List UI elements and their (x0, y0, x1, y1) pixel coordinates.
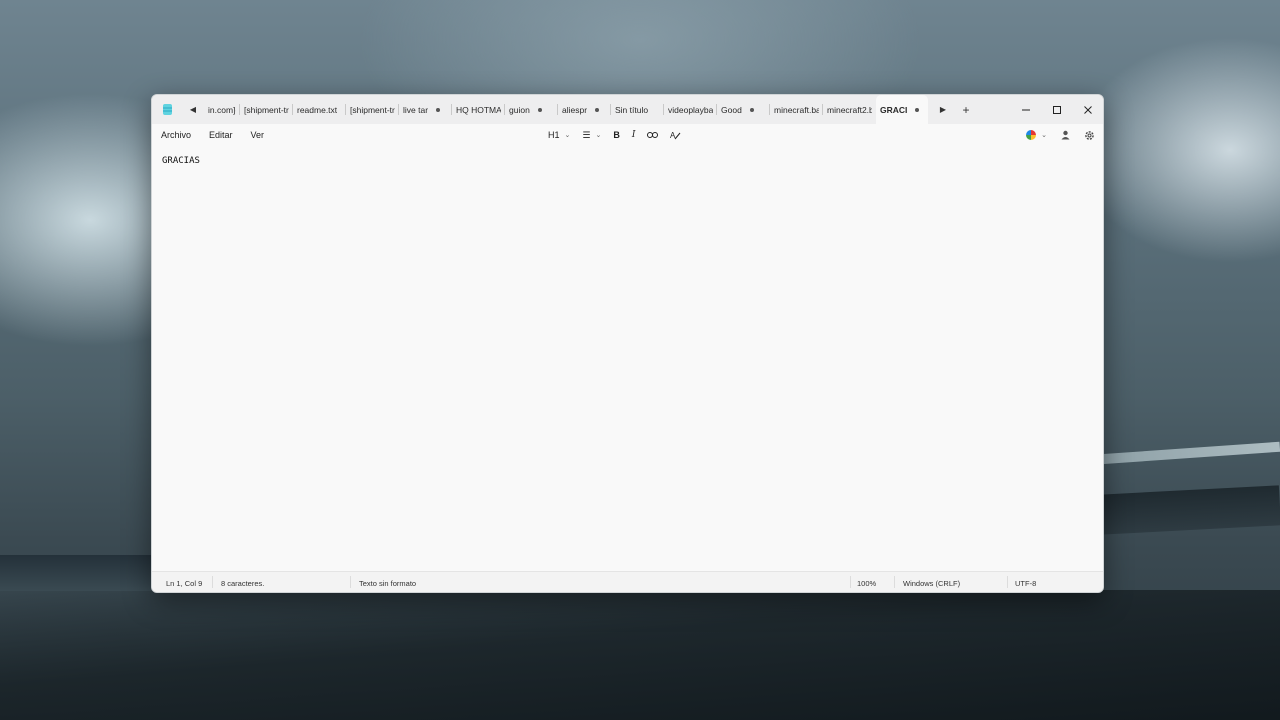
tab-label: videoplayba (668, 104, 713, 115)
clear-formatting-button[interactable]: A (670, 130, 681, 140)
tab-label: [shipment-tr (350, 104, 395, 115)
new-tab-button[interactable]: + (954, 103, 978, 117)
tab-label: GRACI (880, 104, 908, 115)
background-scenery (0, 590, 1280, 720)
right-toolbar: ⌄ (1012, 124, 1095, 146)
line-endings[interactable]: Windows (CRLF) (903, 579, 960, 588)
text-format: Texto sin formato (359, 579, 417, 588)
menu-view[interactable]: Ver (242, 130, 274, 140)
close-button[interactable] (1072, 95, 1103, 124)
bold-button[interactable]: B (613, 130, 620, 140)
tab-label: readme.txt (297, 104, 338, 115)
menu-file[interactable]: Archivo (152, 130, 200, 140)
unsaved-dot-icon (595, 107, 600, 112)
notepad-app-icon (152, 95, 182, 124)
background-rail (1099, 441, 1280, 465)
link-icon (647, 132, 659, 138)
tab-item[interactable]: aliespr (558, 95, 611, 124)
notepad-window: ◀ in.com]( [shipment-tr readme.txt [shipmen… (151, 94, 1104, 593)
background-hull (1099, 485, 1280, 535)
tab-item[interactable]: videoplayba (664, 95, 717, 124)
tab-item[interactable]: guion (505, 95, 558, 124)
maximize-icon (1052, 105, 1061, 114)
text-editor-area[interactable]: GRACIAS (152, 146, 1103, 570)
tab-item[interactable]: Sin título (611, 95, 664, 124)
chevron-down-icon: ⌄ (564, 132, 571, 139)
tab-item[interactable]: GRACI (876, 95, 928, 124)
tab-label: guion (509, 104, 530, 115)
unsaved-dot-icon (749, 107, 754, 112)
encoding[interactable]: UTF-8 (1015, 579, 1036, 588)
account-icon (1061, 130, 1070, 140)
chevron-down-icon: ⌄ (595, 132, 602, 139)
heading-label: H1 (548, 130, 560, 140)
tab-item[interactable]: minecraft2.b (823, 95, 876, 124)
status-bar: Ln 1, Col 9 8 caracteres. Texto sin form… (152, 571, 1103, 592)
tab-label: Good (721, 104, 742, 115)
tab-item[interactable]: live tar (399, 95, 452, 124)
tab-label: in.com]( (208, 104, 236, 115)
scroll-tabs-left-icon[interactable]: ◀ (182, 95, 204, 124)
chevron-down-icon: ⌄ (1041, 132, 1047, 139)
cursor-position: Ln 1, Col 9 (166, 579, 203, 588)
unsaved-dot-icon (915, 107, 920, 112)
tab-item[interactable]: [shipment-tr (346, 95, 399, 124)
unsaved-dot-icon (436, 107, 441, 112)
tab-item[interactable]: minecraft.ba (770, 95, 823, 124)
tab-item[interactable]: in.com]( (204, 95, 240, 124)
heading-dropdown[interactable]: H1 ⌄ (548, 130, 570, 140)
copilot-button[interactable]: ⌄ (1026, 130, 1047, 140)
tab-item[interactable]: HQ HOTMAI (452, 95, 505, 124)
menu-edit[interactable]: Editar (200, 130, 242, 140)
tab-item[interactable]: readme.txt (293, 95, 346, 124)
tab-strip: in.com]( [shipment-tr readme.txt [shipment-… (204, 95, 928, 124)
formatting-toolbar: H1 ⌄ ☰ ⌄ B I A (548, 124, 693, 146)
tab-label: minecraft.ba (774, 104, 819, 115)
maximize-button[interactable] (1041, 95, 1072, 124)
char-count: 8 caracteres. (221, 579, 265, 588)
italic-button[interactable]: I (632, 130, 636, 140)
minimize-button[interactable] (1010, 95, 1041, 124)
tab-label: Sin título (615, 104, 649, 115)
tab-label: live tar (403, 104, 429, 115)
unsaved-dot-icon (537, 107, 542, 112)
settings-button[interactable] (1084, 130, 1095, 141)
editor-content[interactable]: GRACIAS (162, 156, 200, 166)
list-dropdown[interactable]: ☰ ⌄ (582, 130, 601, 141)
account-button[interactable] (1061, 130, 1070, 140)
minimize-icon (1021, 109, 1030, 110)
tab-item[interactable]: [shipment-tr (240, 95, 293, 124)
tab-label: [shipment-tr (244, 104, 289, 115)
scroll-tabs-right-icon[interactable]: ▶ (932, 95, 954, 124)
link-button[interactable] (647, 131, 659, 139)
background-hull-left (0, 555, 152, 591)
tab-label: minecraft2.b (827, 104, 872, 115)
title-bar: ◀ in.com]( [shipment-tr readme.txt [shipmen… (152, 95, 1103, 124)
gear-icon (1085, 130, 1094, 140)
tab-item[interactable]: Good (717, 95, 770, 124)
close-icon (1083, 105, 1092, 114)
tab-label: HQ HOTMAI (456, 104, 501, 115)
tab-label: aliespr (562, 104, 588, 115)
clear-format-icon: A (670, 131, 681, 140)
list-icon: ☰ (582, 129, 591, 140)
copilot-icon (1026, 130, 1037, 140)
zoom-level[interactable]: 100% (857, 579, 876, 588)
